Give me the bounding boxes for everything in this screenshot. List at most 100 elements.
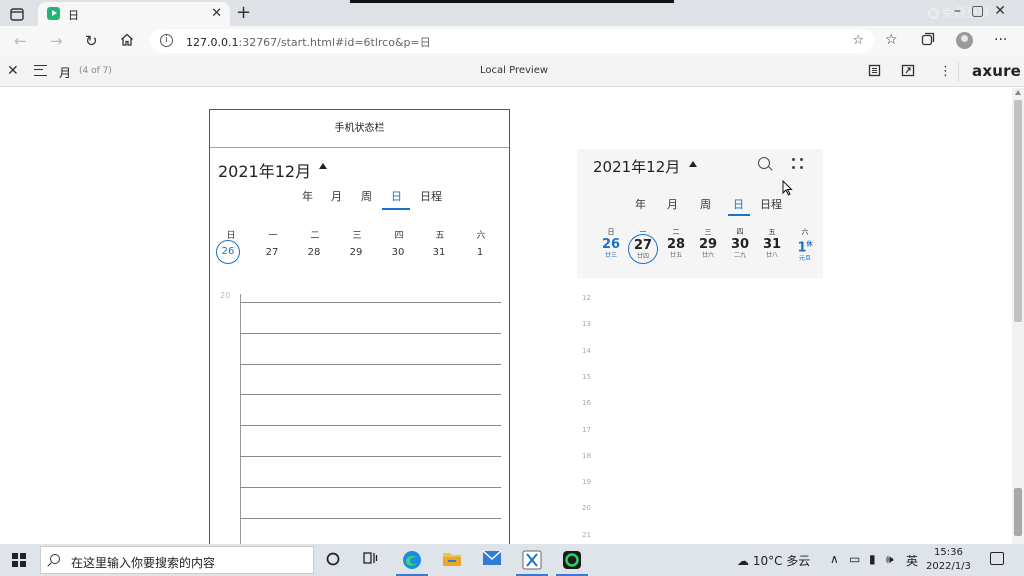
timeline-row-line — [240, 517, 501, 519]
scrollbar-thumb[interactable] — [1014, 100, 1022, 322]
url-path: :32767/start.html#id=6tlrco&p=日 — [238, 36, 431, 49]
timeline-row-line — [240, 456, 501, 457]
view-tab-day[interactable]: 日 — [391, 188, 402, 204]
view-tab-schedule[interactable]: 日程 — [420, 188, 442, 204]
weekday-label: 三 — [352, 231, 362, 241]
date-cell[interactable]: 28 — [302, 247, 326, 258]
input-method-indicator[interactable]: 英 — [906, 552, 918, 569]
timeline-row-line — [240, 302, 501, 303]
taskbar-search-box[interactable]: 在这里输入你要搜索的内容 — [40, 546, 314, 574]
tab-actions-icon[interactable] — [10, 6, 26, 21]
view-tab-year[interactable]: 年 — [635, 196, 646, 212]
phone-prototype: 手机状态栏 2021年12月 年 月 周 日 日程 日 一 二 三 四 五 六 … — [209, 109, 510, 544]
date-cell[interactable]: 30 — [386, 247, 410, 258]
back-icon[interactable]: ← — [14, 32, 27, 50]
tab-close-icon[interactable]: ✕ — [211, 6, 222, 21]
current-page-name[interactable]: 月 — [59, 64, 71, 81]
new-tab-icon[interactable]: + — [236, 2, 251, 23]
more-options-icon[interactable]: ⋮ — [939, 64, 952, 79]
address-bar[interactable]: i 127.0.0.1:32767/start.html#id=6tlrco&p… — [150, 29, 874, 53]
date-cell[interactable]: 1休 元旦 — [790, 237, 820, 263]
reload-icon[interactable]: ↻ — [85, 32, 98, 50]
home-icon[interactable] — [120, 32, 134, 50]
hour-label: 13 — [582, 320, 591, 329]
battery-icon[interactable]: ▭ — [849, 552, 860, 566]
weather-text: 10°C 多云 — [752, 554, 811, 568]
more-menu-icon[interactable]: ··· — [994, 32, 1007, 48]
windows-start-icon[interactable] — [12, 553, 26, 567]
record-icon — [928, 8, 939, 19]
cortana-icon[interactable] — [325, 550, 345, 570]
view-tab-day[interactable]: 日 — [733, 196, 744, 212]
date-cell[interactable]: 29 — [344, 247, 368, 258]
axure-header: ✕ 月 (4 of 7) Local Preview ⋮ axure — [0, 56, 1024, 87]
scroll-up-icon[interactable] — [1015, 90, 1021, 95]
search-icon[interactable] — [758, 157, 770, 169]
window-controls[interactable]: –▢✕ — [954, 3, 1016, 19]
edge-browser-icon[interactable] — [396, 550, 428, 576]
system-clock[interactable]: 15:36 2022/1/3 — [926, 546, 971, 574]
file-explorer-icon[interactable] — [442, 550, 462, 570]
microphone-icon[interactable]: ▮ — [869, 552, 876, 566]
adaptive-view-icon[interactable] — [901, 64, 915, 81]
date-cell[interactable]: 31 — [427, 247, 451, 258]
page-count: (4 of 7) — [79, 66, 112, 76]
screen-recorder-icon[interactable] — [556, 550, 588, 576]
lunar-date: 廿八 — [765, 252, 778, 259]
clock-time: 15:36 — [934, 547, 963, 558]
forward-icon[interactable]: → — [50, 32, 63, 50]
weather-widget[interactable]: ☁ 10°C 多云 — [737, 552, 810, 569]
close-sitemap-icon[interactable]: ✕ — [7, 63, 19, 79]
date-cell-selected[interactable]: 26 — [216, 240, 240, 264]
task-view-icon[interactable] — [362, 550, 382, 570]
date-number-text: 1 — [797, 240, 807, 256]
notes-icon[interactable] — [868, 64, 881, 81]
profile-avatar[interactable] — [956, 32, 973, 49]
month-toggle-icon[interactable] — [319, 163, 327, 169]
timeline-row-line — [240, 363, 501, 365]
date-cell[interactable]: 29 廿六 — [693, 237, 723, 260]
collections-icon[interactable] — [921, 32, 935, 50]
lunar-date: 廿六 — [701, 252, 714, 259]
date-cell[interactable]: 31 廿八 — [757, 237, 787, 260]
hour-label: 20 — [582, 504, 591, 513]
month-title[interactable]: 2021年12月 — [218, 158, 311, 182]
date-cell[interactable]: 26 廿三 — [596, 237, 626, 260]
weekday-label: 五 — [435, 231, 445, 241]
favorites-icon[interactable]: ☆ — [885, 32, 898, 48]
add-favorite-icon[interactable]: ☆ — [852, 33, 864, 48]
date-cell-selected[interactable]: 27 廿四 — [628, 234, 658, 264]
mail-icon[interactable] — [482, 550, 502, 570]
timeline-axis — [240, 294, 241, 544]
hour-label: 21 — [582, 530, 591, 539]
weekday-label: 六 — [801, 228, 809, 236]
lunar-date: 廿五 — [669, 252, 682, 259]
view-tab-week[interactable]: 周 — [700, 196, 711, 212]
date-cell[interactable]: 30 二九 — [725, 237, 755, 260]
view-tab-schedule[interactable]: 日程 — [760, 196, 782, 212]
notification-center-icon[interactable] — [990, 552, 1004, 565]
site-info-icon[interactable]: i — [160, 34, 173, 47]
date-cell[interactable]: 28 廿五 — [661, 237, 691, 260]
sitemap-menu-icon[interactable] — [34, 65, 47, 76]
date-number: 31 — [762, 237, 782, 252]
preview-canvas: 手机状态栏 2021年12月 年 月 周 日 日程 日 一 二 三 四 五 六 … — [0, 88, 1012, 544]
browser-tab[interactable]: 日 ✕ — [38, 2, 230, 26]
axure-app-icon[interactable] — [516, 550, 548, 576]
volume-icon[interactable]: 🕪 — [886, 552, 894, 567]
show-hidden-icons[interactable]: ∧ — [830, 552, 839, 566]
date-cell[interactable]: 27 — [260, 247, 284, 258]
view-tab-month[interactable]: 月 — [667, 196, 678, 212]
page-favicon-icon — [47, 7, 60, 20]
view-tab-year[interactable]: 年 — [302, 188, 313, 204]
month-title[interactable]: 2021年12月 — [593, 156, 680, 177]
date-cell[interactable]: 1 — [468, 247, 492, 258]
grid-menu-icon[interactable] — [792, 158, 804, 170]
view-tab-month[interactable]: 月 — [331, 188, 342, 204]
page-scrollbar[interactable] — [1012, 88, 1024, 544]
view-tab-week[interactable]: 周 — [361, 188, 372, 204]
month-toggle-icon[interactable] — [689, 161, 697, 167]
weekday-label: 日 — [226, 231, 236, 241]
scrollbar-thumb-lower[interactable] — [1014, 488, 1022, 536]
clock-date: 2022/1/3 — [926, 561, 971, 572]
